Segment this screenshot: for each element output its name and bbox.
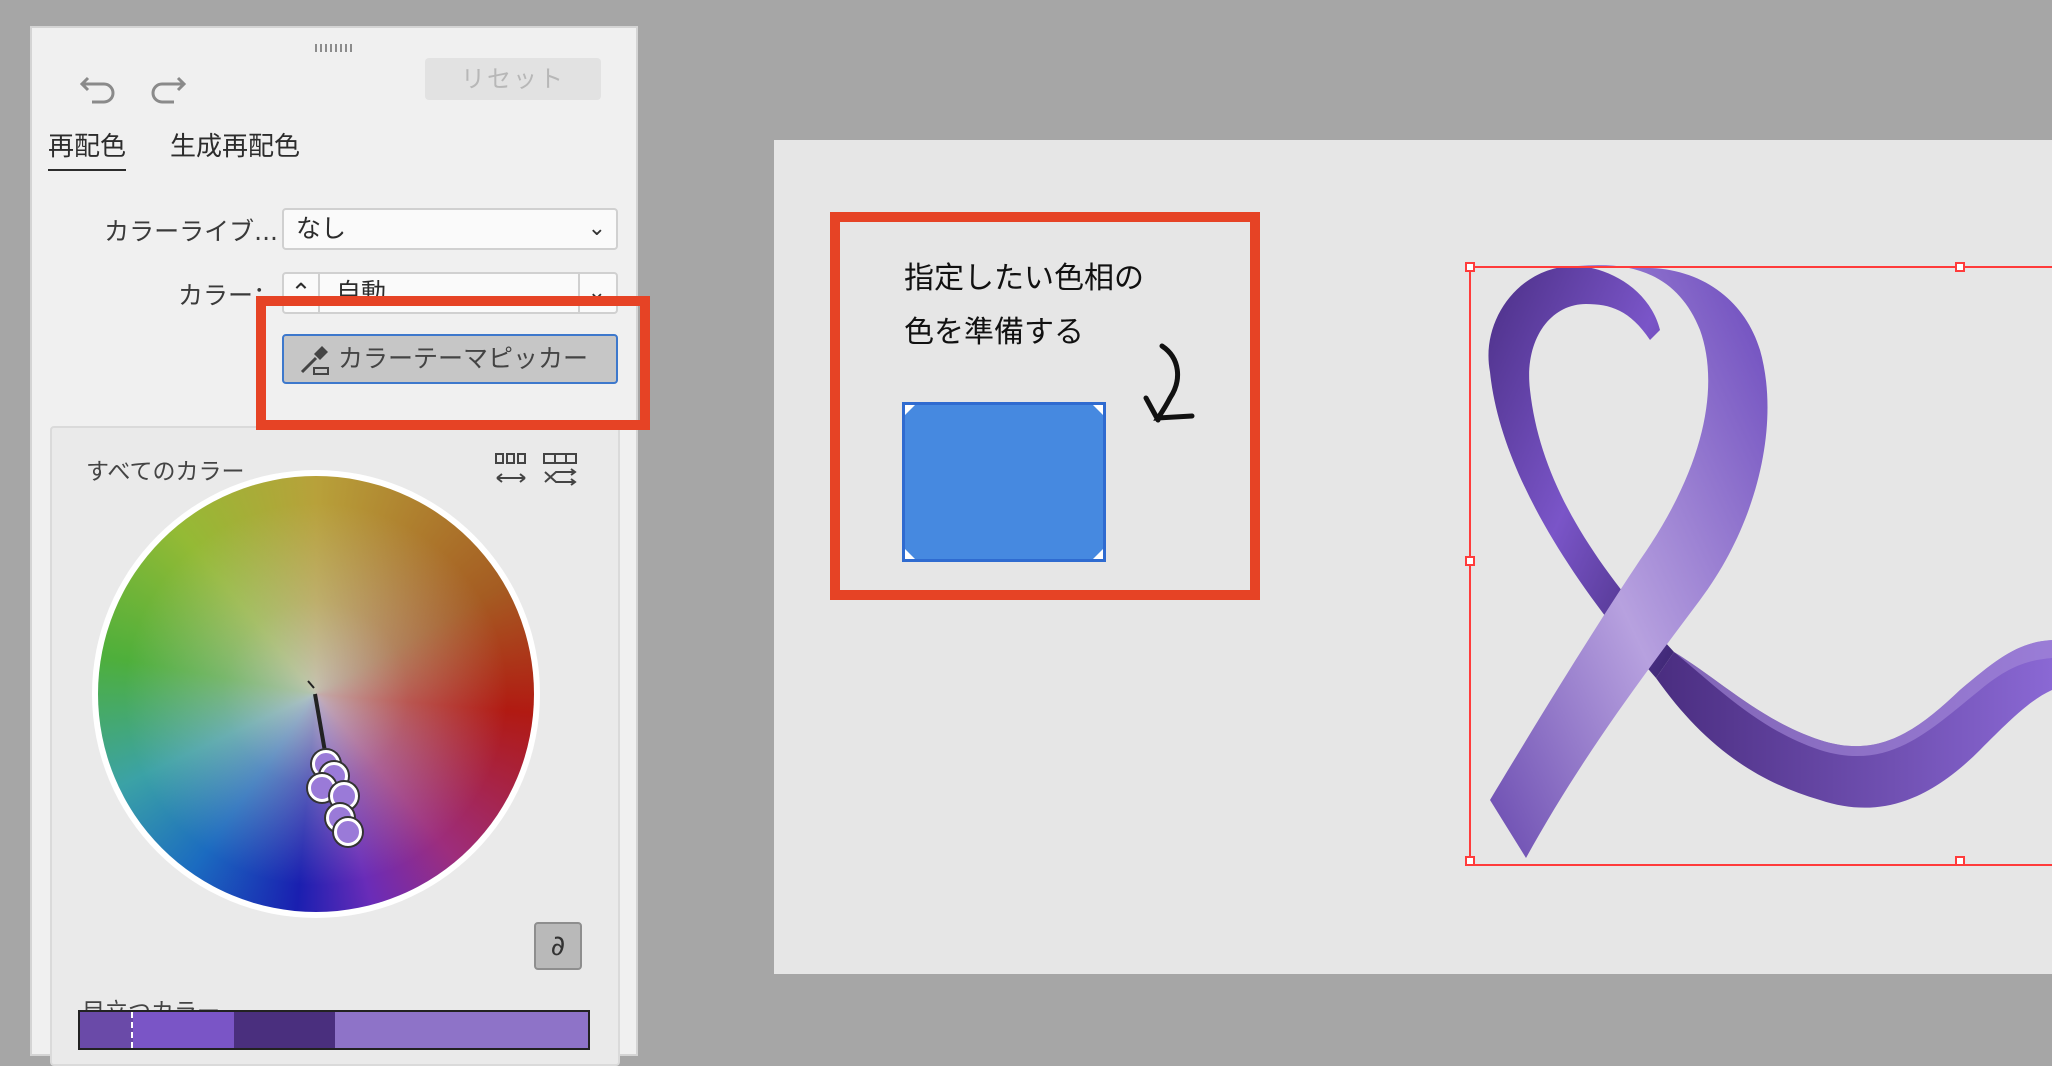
selection-bounding-box[interactable] (1465, 262, 2052, 866)
corner-widget[interactable] (905, 405, 915, 415)
resize-handle[interactable] (1465, 556, 1475, 566)
reset-button[interactable]: リセット (425, 58, 601, 100)
resize-handle[interactable] (1955, 856, 1965, 866)
panel-grip[interactable] (315, 44, 355, 52)
prominent-colors-bar[interactable] (78, 1010, 590, 1050)
corner-widget[interactable] (1093, 405, 1103, 415)
corner-widget[interactable] (905, 549, 915, 559)
chevron-down-icon: ⌄ (587, 216, 606, 241)
undo-icon[interactable] (78, 68, 118, 111)
link-icon: ∂ (550, 929, 566, 962)
swatch[interactable] (80, 1012, 133, 1048)
resize-handle[interactable] (1465, 262, 1475, 272)
annotation-text: 指定したい色相の 色を準備する (904, 252, 1144, 360)
selected-blue-rectangle[interactable] (902, 402, 1106, 562)
color-library-value: なし (296, 214, 347, 243)
swatch[interactable] (233, 1012, 335, 1048)
tab-recolor[interactable]: 再配色 (48, 126, 127, 171)
color-handle[interactable] (334, 818, 362, 846)
color-library-label: カラーライブ... (104, 217, 278, 246)
resize-handle[interactable] (1465, 856, 1475, 866)
link-harmony-colors-button[interactable]: ∂ (534, 922, 582, 970)
resize-handle[interactable] (1955, 262, 1965, 272)
swatch[interactable] (132, 1012, 234, 1048)
shuffle-colors-icon[interactable] (542, 452, 578, 490)
hand-drawn-arrow-icon (1143, 343, 1195, 423)
annotation-line: 色を準備する (904, 315, 1084, 350)
annotation-line: 指定したい色相の (904, 261, 1144, 296)
tab-generative-recolor[interactable]: 生成再配色 (170, 126, 300, 163)
highlight-frame (256, 296, 650, 430)
base-color-marker[interactable] (98, 476, 534, 912)
corner-widget[interactable] (1093, 549, 1103, 559)
color-library-select[interactable]: なし ⌄ (282, 208, 618, 250)
redo-icon[interactable] (148, 68, 188, 111)
color-wheel[interactable] (98, 476, 534, 912)
swatch[interactable] (335, 1012, 588, 1048)
color-wheel-section: すべてのカラー ∂ 目立つカラー (50, 426, 620, 1066)
recolor-panel: リセット 再配色 生成再配色 カラーライブ... なし ⌄ カラー： ⌃ 自動 … (30, 26, 638, 1066)
